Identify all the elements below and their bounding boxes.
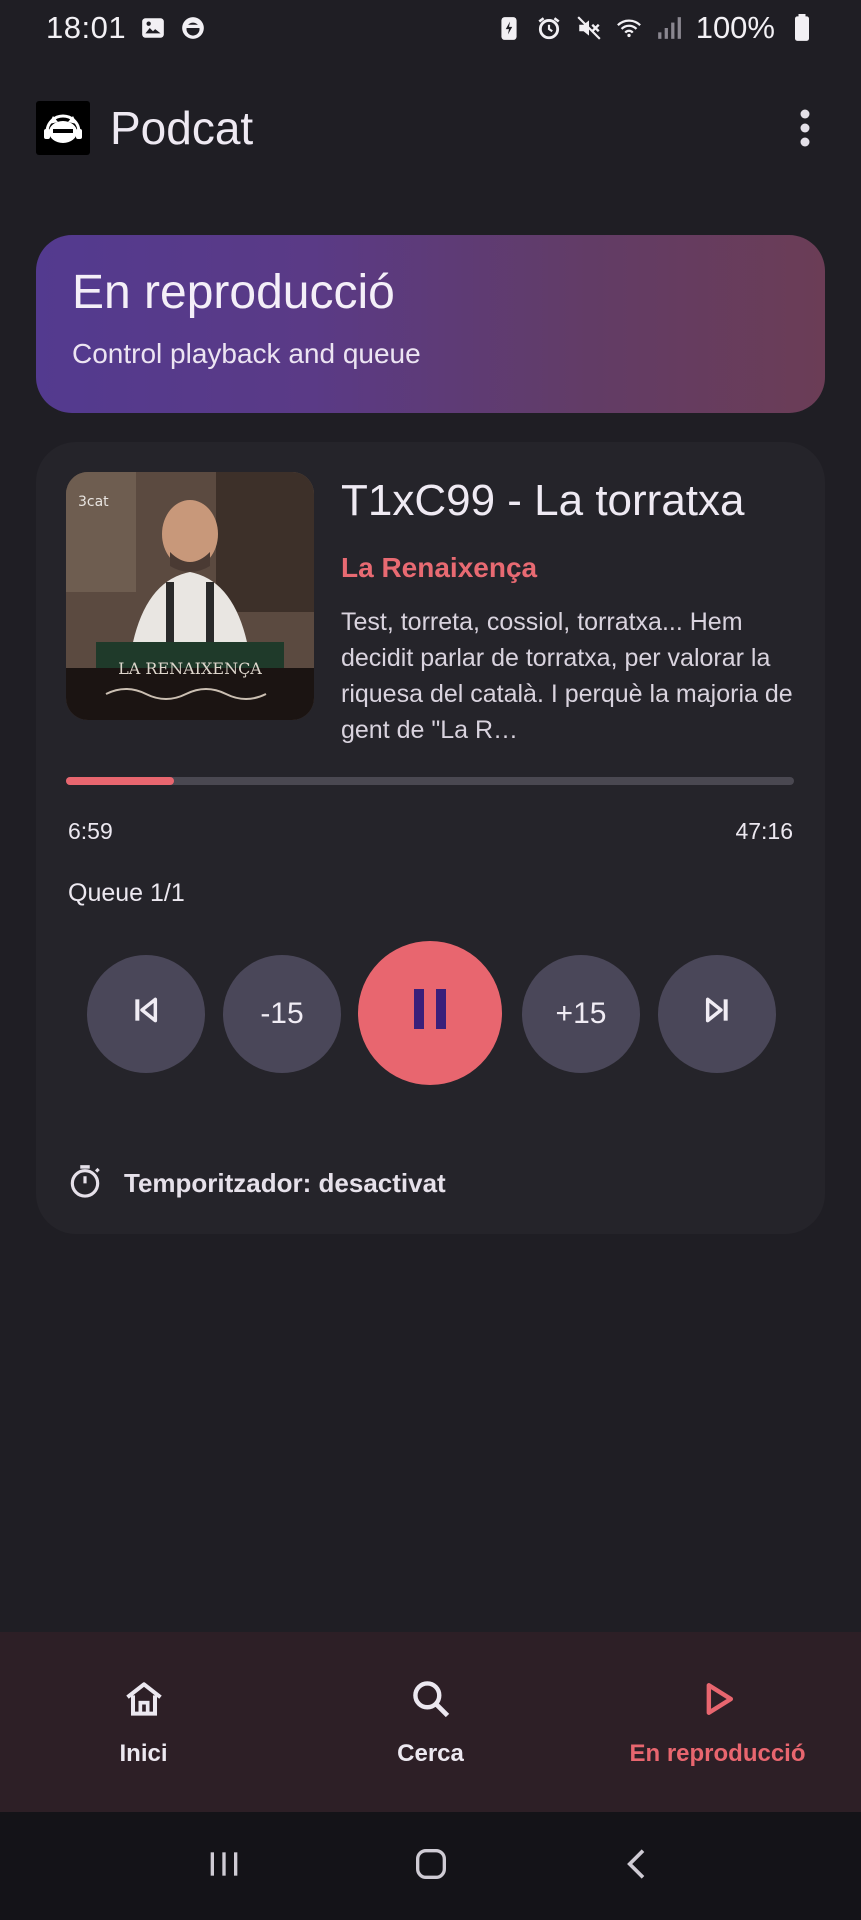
app-notification-icon bbox=[180, 15, 206, 41]
battery-icon bbox=[789, 14, 815, 41]
mute-icon bbox=[576, 15, 602, 41]
back-button[interactable] bbox=[608, 1836, 668, 1896]
playback-controls: -15 +15 bbox=[36, 939, 825, 1089]
forward-15-button[interactable]: +15 bbox=[522, 955, 640, 1073]
wifi-icon bbox=[616, 15, 642, 41]
pause-icon bbox=[410, 987, 450, 1039]
forward-label: +15 bbox=[555, 997, 607, 1030]
artwork-brand: 3cat bbox=[78, 494, 109, 510]
alarm-icon bbox=[536, 15, 562, 41]
recents-icon bbox=[204, 1844, 244, 1889]
signal-icon bbox=[656, 15, 682, 41]
status-time: 18:01 bbox=[46, 10, 127, 45]
podcast-name[interactable]: La Renaixença bbox=[341, 552, 537, 584]
status-bar: 18:01 100% bbox=[0, 0, 861, 56]
home-outline-icon bbox=[411, 1844, 451, 1889]
episode-title: T1xC99 - La torratxa bbox=[341, 476, 745, 525]
nav-item-home[interactable]: Inici bbox=[0, 1632, 287, 1812]
nav-item-search[interactable]: Cerca bbox=[287, 1632, 574, 1812]
battery-saver-icon bbox=[496, 15, 522, 41]
pause-button[interactable] bbox=[358, 941, 502, 1085]
rewind-15-button[interactable]: -15 bbox=[223, 955, 341, 1073]
headphones-cat-icon bbox=[36, 101, 90, 155]
progress-fill bbox=[66, 777, 174, 785]
recents-button[interactable] bbox=[194, 1836, 254, 1896]
back-icon bbox=[618, 1844, 658, 1889]
bottom-navigation: Inici Cerca En reproducció bbox=[0, 1632, 861, 1812]
next-button[interactable] bbox=[658, 955, 776, 1073]
now-playing-header: En reproducció Control playback and queu… bbox=[36, 235, 825, 413]
more-vert-icon[interactable] bbox=[785, 98, 825, 158]
time-total: 47:16 bbox=[735, 818, 793, 844]
player-card: LA RENAIXENÇA 3cat T1xC99 - La torratxa … bbox=[36, 442, 825, 1234]
progress-bar[interactable] bbox=[66, 777, 794, 785]
nav-label-search: Cerca bbox=[397, 1739, 464, 1767]
search-icon bbox=[409, 1677, 453, 1726]
episode-artwork: LA RENAIXENÇA 3cat bbox=[66, 472, 314, 720]
home-button[interactable] bbox=[401, 1836, 461, 1896]
nav-label-now-playing: En reproducció bbox=[629, 1739, 806, 1767]
rewind-label: -15 bbox=[260, 997, 304, 1030]
nav-item-now-playing[interactable]: En reproducció bbox=[574, 1632, 861, 1812]
timer-icon bbox=[66, 1162, 104, 1205]
app-title: Podcat bbox=[110, 102, 254, 154]
system-navigation-bar bbox=[0, 1812, 861, 1920]
time-elapsed: 6:59 bbox=[68, 818, 113, 844]
skip-next-icon bbox=[701, 994, 733, 1034]
sleep-timer[interactable]: Temporitzador: desactivat bbox=[66, 1162, 446, 1205]
app-bar: Podcat bbox=[0, 80, 861, 176]
timer-label: Temporitzador: desactivat bbox=[124, 1168, 446, 1198]
gallery-icon bbox=[140, 15, 166, 41]
page-title: En reproducció bbox=[72, 266, 395, 319]
skip-previous-icon bbox=[130, 994, 162, 1034]
play-icon bbox=[696, 1677, 740, 1726]
nav-label-home: Inici bbox=[119, 1739, 168, 1767]
page-subtitle: Control playback and queue bbox=[72, 338, 421, 369]
status-right: 100% bbox=[496, 10, 815, 46]
episode-description: Test, torreta, cossiol, torratxa... Hem … bbox=[341, 608, 793, 744]
home-icon bbox=[122, 1677, 166, 1726]
status-left: 18:01 bbox=[46, 10, 206, 46]
artwork-caption: LA RENAIXENÇA bbox=[118, 659, 262, 678]
previous-button[interactable] bbox=[87, 955, 205, 1073]
queue-label: Queue 1/1 bbox=[68, 879, 185, 907]
battery-percent: 100% bbox=[695, 10, 775, 45]
